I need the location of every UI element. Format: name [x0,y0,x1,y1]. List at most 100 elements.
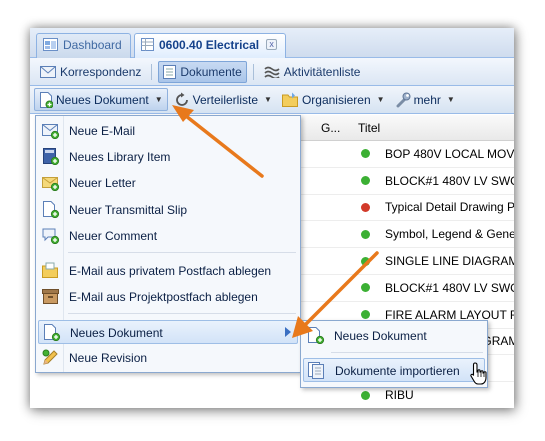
organize-button[interactable]: Organisieren ▼ [278,88,389,111]
pencil-icon [42,349,58,365]
tab-dashboard[interactable]: Dashboard [36,33,131,58]
close-icon[interactable]: x [266,39,278,50]
divider [151,63,153,80]
section-toolbar: Korrespondenz Dokumente Aktivitätenliste [30,58,514,86]
submenu-item-label: Dokumente importieren [335,364,460,378]
document-list-icon [163,64,177,79]
new-document-label: Neues Dokument [56,92,149,107]
menu-item-label: Neues Library Item [69,150,171,164]
menu-item-label: Neuer Comment [69,229,158,243]
new-email-icon [42,124,60,139]
status-dot-icon [361,202,370,212]
menu-item-new-revision[interactable]: Neue Revision [38,346,298,370]
tab-project[interactable]: 0600.40 Electrical x [134,33,287,59]
activity-lines-icon [264,66,280,78]
submenu-arrow-icon [285,327,291,337]
status-dot-icon [361,390,370,400]
distribution-list-label: Verteilerliste [192,92,259,107]
spreadsheet-icon [141,38,154,51]
new-document-menu: Neue E-Mail Neues Library Item Neuer Let… [35,115,301,373]
grid-header: G... Titel [300,115,514,141]
menu-item-new-letter[interactable]: Neuer Letter [38,171,298,195]
column-header-g[interactable]: G... [300,121,340,135]
menu-item-new-email[interactable]: Neue E-Mail [38,119,298,143]
row-title: Typical Detail Drawing Public [385,200,514,215]
status-dot-icon [361,176,370,186]
dropdown-arrow-icon[interactable]: ▼ [447,95,455,104]
status-dot-icon [361,256,370,266]
menu-item-new-library-item[interactable]: Neues Library Item [38,145,298,169]
menu-item-label: Neuer Transmittal Slip [69,203,188,217]
new-document-icon [44,324,61,341]
organize-label: Organisieren [301,92,371,107]
menu-item-new-transmittal-slip[interactable]: Neuer Transmittal Slip [38,198,298,222]
korrespondenz-button[interactable]: Korrespondenz [36,61,145,83]
status-dot-icon [361,229,370,239]
table-row[interactable]: BLOCK#1 480V LV SWGR & [300,168,514,195]
divider [252,63,254,80]
more-button[interactable]: mehr ▼ [391,88,459,111]
new-document-icon [40,91,53,108]
tab-bar: Dashboard 0600.40 Electrical x [30,28,514,59]
menu-item-file-project-email[interactable]: E-Mail aus Projektpostfach ablegen [38,285,298,309]
row-title: SINGLE LINE DIAGRAM FOR [385,254,514,269]
dropdown-arrow-icon[interactable]: ▼ [264,95,272,104]
row-title: RIBU [385,388,414,403]
row-title: BOP 480V LOCAL MOV PANE [385,146,514,161]
dropdown-arrow-icon[interactable]: ▼ [377,95,385,104]
dashboard-icon [43,38,58,51]
new-document-icon [308,327,325,344]
menu-item-new-document[interactable]: Neues Dokument [38,320,298,344]
submenu-item-label: Neues Dokument [334,329,427,343]
aktivitaetenliste-label: Aktivitätenliste [283,64,361,79]
mail-folder-icon [42,262,58,278]
row-title: Symbol, Legend & General N [385,227,514,242]
archive-box-icon [42,289,59,304]
library-book-icon [43,148,60,165]
tab-dashboard-label: Dashboard [63,38,122,52]
submenu-item-new-document[interactable]: Neues Dokument [303,324,485,348]
menu-divider [331,352,483,353]
menu-item-label: E-Mail aus privatem Postfach ablegen [69,264,272,278]
dokumente-button[interactable]: Dokumente [158,60,247,83]
letter-icon [42,177,60,191]
menu-item-file-private-email[interactable]: E-Mail aus privatem Postfach ablegen [38,259,298,283]
distribution-list-button[interactable]: Verteilerliste ▼ [170,88,276,111]
more-label: mehr [413,92,441,107]
status-dot-icon [361,283,370,293]
refresh-cycle-icon [175,92,188,106]
comment-bubble-icon [42,228,60,244]
wrench-icon [396,92,411,107]
row-title: BLOCK#1 480V LV SWGR & [385,173,514,188]
aktivitaetenliste-button[interactable]: Aktivitätenliste [260,61,365,83]
menu-item-label: E-Mail aus Projektpostfach ablegen [69,290,258,304]
tab-project-label: 0600.40 Electrical [159,38,260,52]
menu-divider [68,252,296,253]
transmittal-slip-icon [43,201,60,218]
korrespondenz-label: Korrespondenz [60,64,142,79]
import-documents-icon [308,362,324,379]
menu-item-label: Neues Dokument [70,326,163,340]
row-title: BLOCK#1 480V LV SWGR & [385,280,514,295]
table-row[interactable]: Typical Detail Drawing Public [300,195,514,222]
submenu-item-import-documents[interactable]: Dokumente importieren [303,358,485,382]
folder-icon [281,92,298,107]
dokumente-label: Dokumente [180,64,242,79]
status-dot-icon [361,310,370,320]
new-document-button[interactable]: Neues Dokument ▼ [34,88,168,111]
table-row[interactable]: Symbol, Legend & General N [300,221,514,249]
menu-item-new-comment[interactable]: Neuer Comment [38,224,298,248]
envelope-icon [40,65,56,78]
menu-item-label: Neue Revision [69,351,148,365]
status-dot-icon [361,149,370,159]
table-row[interactable]: SINGLE LINE DIAGRAM FOR [300,248,514,275]
column-header-title[interactable]: Titel [328,121,380,135]
dropdown-arrow-icon[interactable]: ▼ [155,95,163,104]
table-row[interactable]: BLOCK#1 480V LV SWGR & [300,275,514,302]
main-toolbar: Neues Dokument ▼ Verteilerliste ▼ Organi… [30,86,514,114]
menu-divider [68,313,296,314]
table-row[interactable]: BOP 480V LOCAL MOV PANE [300,141,514,168]
menu-item-label: Neue E-Mail [69,124,136,138]
new-document-submenu: Neues Dokument Dokumente importieren [300,320,488,388]
menu-item-label: Neuer Letter [69,176,136,190]
